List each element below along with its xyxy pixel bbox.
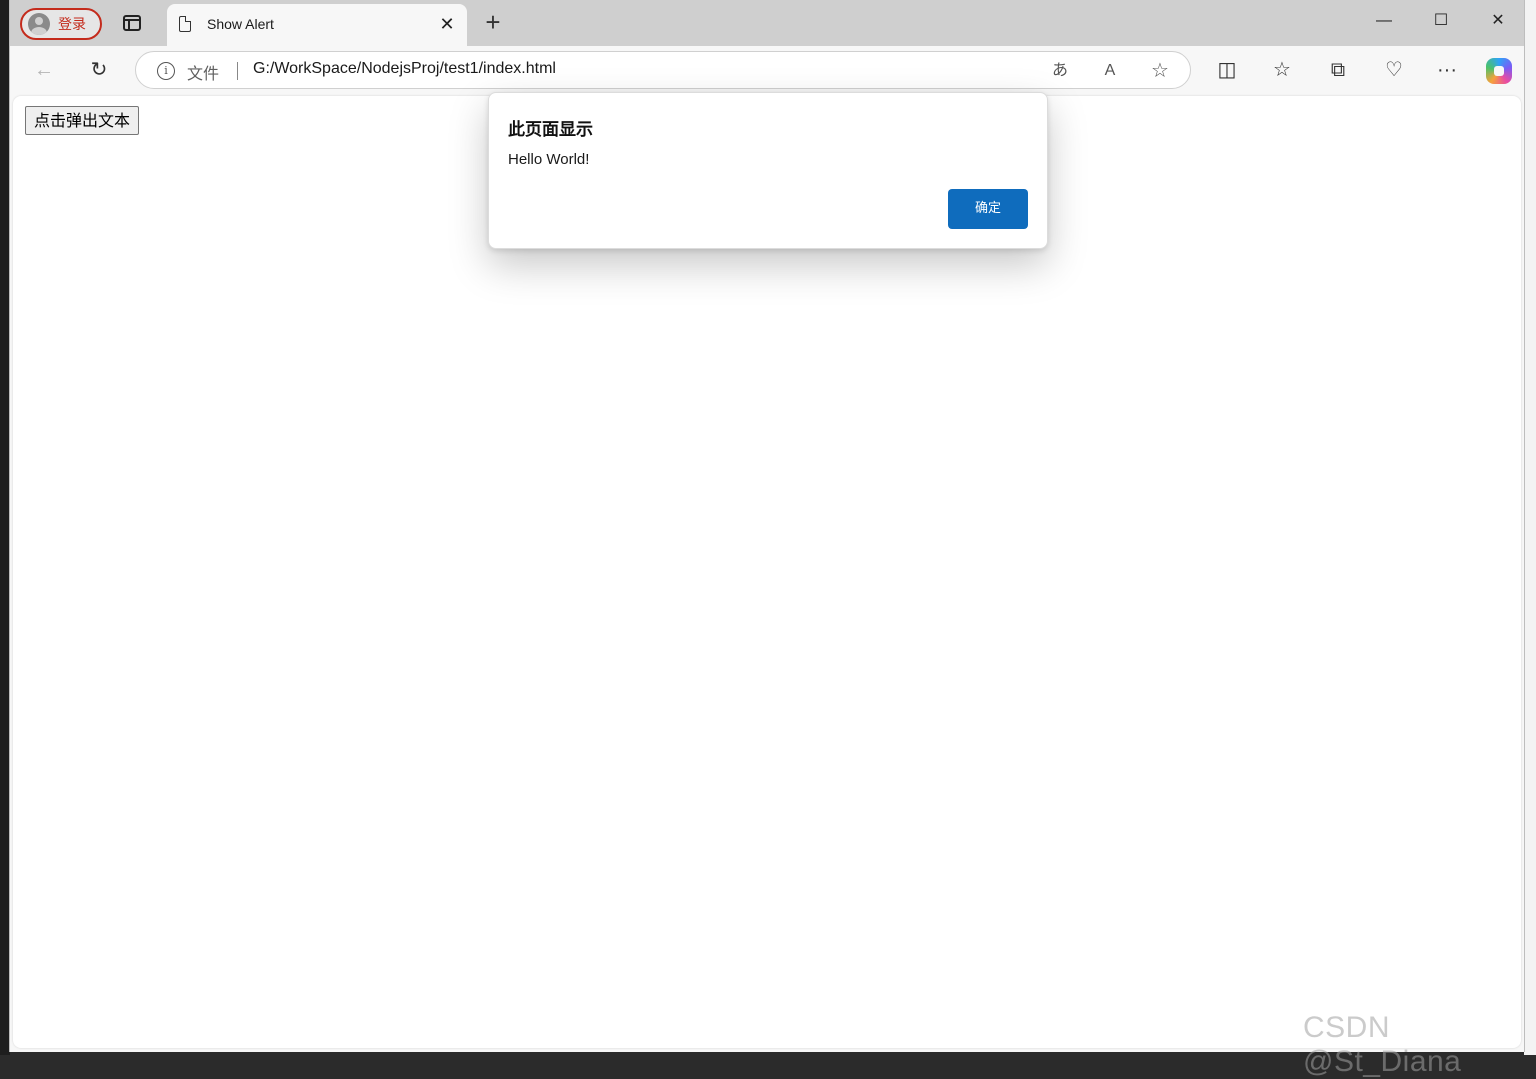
dialog-title: 此页面显示 (508, 120, 593, 140)
tab-show-alert[interactable]: Show Alert ✕ (167, 4, 467, 46)
title-bar: 登录 Show Alert ✕ + — ☐ ✕ (10, 0, 1524, 46)
copilot-icon[interactable] (1486, 58, 1512, 84)
split-screen-icon[interactable]: ◫ (1215, 58, 1239, 82)
favorites-icon[interactable]: ☆ (1270, 58, 1294, 82)
performance-icon[interactable]: ♡ (1382, 58, 1406, 82)
close-window-icon[interactable]: ✕ (1483, 8, 1513, 34)
tab-actions-icon[interactable] (123, 15, 141, 31)
show-alert-button[interactable]: 点击弹出文本 (25, 106, 140, 135)
dialog-ok-button[interactable]: 确定 (948, 189, 1028, 229)
scheme-label: 文件 (187, 66, 220, 83)
url-text[interactable]: G:/WorkSpace/NodejsProj/test1/index.html (253, 60, 556, 78)
toolbar: ← ↻ i 文件 G:/WorkSpace/NodejsProj/test1/i… (10, 46, 1524, 94)
more-options-icon[interactable]: ··· (1435, 58, 1459, 82)
alert-dialog: 此页面显示 Hello World! 确定 (488, 92, 1048, 249)
minimize-icon[interactable]: — (1369, 8, 1399, 34)
translate-icon[interactable]: あ (1049, 60, 1071, 82)
page-icon (179, 16, 191, 32)
address-separator (237, 62, 238, 80)
profile-label: 登录 (58, 16, 86, 32)
background-right-strip (1524, 0, 1536, 1055)
tab-title: Show Alert (207, 16, 274, 32)
back-icon[interactable]: ← (32, 58, 56, 82)
avatar-icon (28, 13, 50, 35)
read-aloud-icon[interactable]: A (1099, 60, 1121, 82)
address-bar[interactable]: i 文件 G:/WorkSpace/NodejsProj/test1/index… (135, 51, 1191, 89)
profile-button[interactable]: 登录 (20, 8, 102, 40)
collections-icon[interactable]: ⧉ (1326, 58, 1350, 82)
tab-close-icon[interactable]: ✕ (437, 14, 457, 34)
refresh-icon[interactable]: ↻ (87, 58, 111, 82)
watermark: CSDN @St_Diana (1303, 1011, 1462, 1078)
info-icon[interactable]: i (157, 62, 175, 80)
new-tab-icon[interactable]: + (480, 9, 506, 36)
maximize-icon[interactable]: ☐ (1426, 8, 1456, 34)
dialog-message: Hello World! (508, 151, 590, 168)
favorite-star-icon[interactable]: ☆ (1149, 60, 1171, 82)
